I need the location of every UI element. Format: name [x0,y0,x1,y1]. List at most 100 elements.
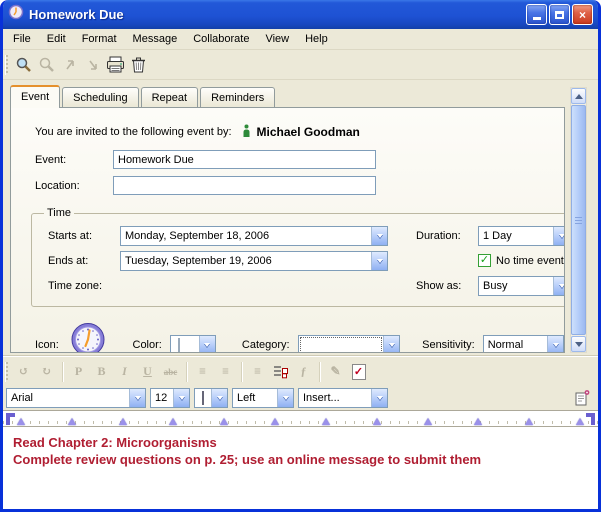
ends-at-label: Ends at: [48,255,120,267]
tab-stop-icon[interactable] [525,418,533,425]
print-button[interactable] [104,53,127,76]
ends-at-select[interactable]: Tuesday, September 19, 2006 [120,251,388,271]
scrollbar-thumb[interactable] [571,105,586,335]
tab-scheduling[interactable]: Scheduling [62,87,138,107]
tab-stop-icon[interactable] [271,418,279,425]
redo-button[interactable]: ↻ [35,360,58,383]
event-clock-icon [69,321,107,353]
menu-help[interactable]: Help [297,31,336,47]
starts-at-dropdown-button[interactable] [371,227,387,245]
font-color-dropdown-button[interactable] [211,389,227,407]
duration-dropdown-button[interactable] [553,227,565,245]
location-field-row: Location: [35,176,564,195]
spell-check-button[interactable]: ✓ [347,360,370,383]
event-input[interactable] [113,150,376,169]
find-previous-button[interactable] [58,53,81,76]
insert-select[interactable]: Insert... [298,388,388,408]
category-dropdown-button[interactable] [383,336,399,354]
tab-stops [17,418,584,425]
italic-button[interactable]: I [113,360,136,383]
minimize-button[interactable] [526,4,547,25]
menu-format[interactable]: Format [74,31,125,47]
pencil-button[interactable]: ✎ [324,360,347,383]
strikethrough-button[interactable]: abc [159,360,182,383]
scroll-down-button[interactable] [571,336,586,352]
bullet-list-icon: ≡ [254,364,261,379]
alignment-dropdown-button[interactable] [277,389,293,407]
check-icon: ✓ [480,255,489,266]
undo-button[interactable]: ↺ [12,360,35,383]
menu-edit[interactable]: Edit [39,31,74,47]
menu-message[interactable]: Message [125,31,186,47]
find-button[interactable] [12,53,35,76]
timezone-row: Time zone: Show as: Busy [40,273,565,298]
tab-stop-icon[interactable] [17,418,25,425]
tab-event[interactable]: Event [10,85,60,108]
tab-stop-icon[interactable] [373,418,381,425]
menu-file[interactable]: File [5,31,39,47]
ruler[interactable] [3,410,598,427]
indent-button[interactable]: ≡ [214,360,237,383]
show-as-select[interactable]: Busy [478,276,565,296]
vertical-scrollbar[interactable] [570,87,587,353]
font-size-select[interactable]: 12 [150,388,190,408]
color-select[interactable] [170,335,216,354]
show-as-dropdown-button[interactable] [553,277,565,295]
message-body-editor[interactable]: Read Chapter 2: Microorganisms Complete … [3,427,598,509]
tab-reminders[interactable]: Reminders [200,87,275,107]
location-input[interactable] [113,176,376,195]
font-size-dropdown-button[interactable] [173,389,189,407]
color-dropdown-button[interactable] [199,336,215,354]
tab-stop-icon[interactable] [68,418,76,425]
duration-select[interactable]: 1 Day [478,226,565,246]
tab-stop-icon[interactable] [220,418,228,425]
tab-stop-icon[interactable] [119,418,127,425]
sensitivity-select[interactable]: Normal [483,335,564,354]
underline-button[interactable]: U [136,360,159,383]
close-button[interactable]: × [572,4,593,25]
tab-stop-icon[interactable] [322,418,330,425]
starts-at-value: Monday, September 18, 2006 [121,227,371,245]
bold-button[interactable]: B [90,360,113,383]
toolbar-grip[interactable] [5,362,8,382]
ends-at-dropdown-button[interactable] [371,252,387,270]
toolbar-grip[interactable] [5,55,8,75]
delete-button[interactable] [127,53,150,76]
menu-collaborate[interactable]: Collaborate [185,31,257,47]
tab-repeat[interactable]: Repeat [141,87,198,107]
right-margin-marker[interactable] [586,413,595,425]
find-again-button[interactable] [35,53,58,76]
font-family-select[interactable]: Arial [6,388,146,408]
font-family-dropdown-button[interactable] [129,389,145,407]
sensitivity-dropdown-button[interactable] [547,336,563,354]
find-icon [15,56,32,73]
bullet-list-button[interactable]: ≡ [246,360,269,383]
font-color-select[interactable] [194,388,228,408]
maximize-button[interactable] [549,4,570,25]
checklist-button[interactable] [269,360,292,383]
time-zone-label: Time zone: [48,280,120,292]
starts-at-select[interactable]: Monday, September 18, 2006 [120,226,388,246]
tab-stop-icon[interactable] [169,418,177,425]
menu-view[interactable]: View [257,31,297,47]
message-line: Read Chapter 2: Microorganisms [13,434,588,451]
category-select[interactable] [298,335,400,354]
insert-field-button[interactable]: ƒ [292,360,315,383]
insert-field-icon: ƒ [301,364,307,379]
left-margin-marker[interactable] [6,413,15,425]
alignment-select[interactable]: Left [232,388,294,408]
scroll-down-icon [575,342,583,347]
insert-object-button[interactable] [574,389,591,411]
tab-stop-icon[interactable] [424,418,432,425]
undo-icon: ↺ [18,364,28,379]
paragraph-button[interactable]: P [67,360,90,383]
no-time-event-checkbox[interactable]: ✓ [478,254,491,267]
insert-dropdown-button[interactable] [371,389,387,407]
icon-label: Icon: [35,339,69,351]
outdent-button[interactable]: ≡ [191,360,214,383]
tab-stop-icon[interactable] [576,418,584,425]
tab-stop-icon[interactable] [474,418,482,425]
organizer-name: Michael Goodman [257,125,360,139]
find-next-button[interactable] [81,53,104,76]
maximize-icon [555,11,564,19]
